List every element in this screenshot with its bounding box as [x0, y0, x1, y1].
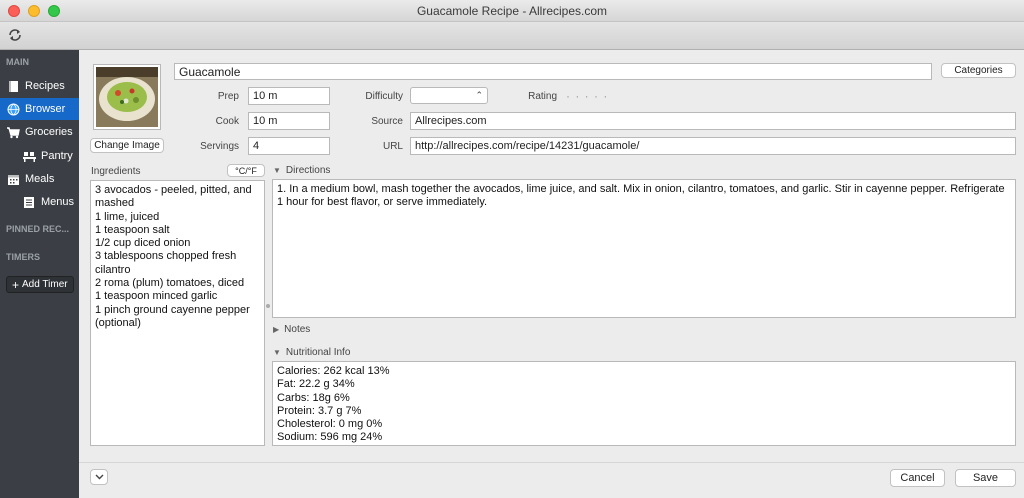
directions-disclosure[interactable]: ▼ Directions	[273, 165, 330, 176]
plus-icon: +	[12, 277, 20, 292]
sidebar-item-label: Pantry	[41, 150, 73, 162]
servings-field[interactable]: 4	[248, 137, 330, 155]
difficulty-label: Difficulty	[365, 91, 403, 102]
globe-icon	[6, 102, 20, 116]
chevron-down-icon	[95, 472, 104, 483]
recipe-image[interactable]	[93, 64, 161, 130]
rating-label: Rating	[528, 91, 557, 102]
cancel-button[interactable]: Cancel	[890, 469, 945, 487]
difficulty-select[interactable]: ⌃	[410, 87, 488, 104]
ingredients-text[interactable]: 3 avocados - peeled, pitted, and mashed …	[90, 180, 265, 446]
triangle-down-icon: ▼	[273, 348, 281, 357]
recipe-photo	[96, 67, 158, 127]
add-timer-label: Add Timer	[22, 279, 68, 290]
triangle-down-icon: ▼	[273, 166, 281, 175]
sync-icon[interactable]	[6, 26, 24, 44]
calendar-icon	[6, 172, 20, 186]
chevron-updown-icon: ⌃	[475, 90, 483, 100]
add-timer-button[interactable]: + Add Timer	[6, 276, 74, 293]
nutrition-label: Nutritional Info	[285, 347, 351, 358]
more-options-button[interactable]	[90, 469, 108, 485]
cook-label: Cook	[215, 116, 239, 127]
sidebar-item-label: Meals	[25, 173, 55, 185]
footer-divider	[79, 462, 1024, 463]
window-title: Guacamole Recipe - Allrecipes.com	[416, 4, 608, 18]
sidebar-section-pinned: PINNED REC...	[6, 224, 70, 234]
sidebar-section-timers: TIMERS	[6, 252, 41, 262]
rating-control[interactable]: · · · · ·	[566, 89, 608, 103]
source-field[interactable]: Allrecipes.com	[410, 112, 1016, 130]
categories-button[interactable]: Categories	[941, 63, 1016, 78]
sidebar-item-meals[interactable]: Meals	[0, 168, 79, 190]
book-icon	[6, 79, 20, 93]
sidebar-item-label: Groceries	[25, 126, 73, 138]
sidebar: MAIN Recipes Browser Groceries Pantry Me…	[0, 50, 79, 498]
sidebar-section-main: MAIN	[6, 57, 29, 67]
sidebar-item-label: Menus	[41, 196, 75, 208]
toolbar	[0, 22, 1024, 50]
directions-label: Directions	[285, 165, 331, 176]
servings-label: Servings	[200, 141, 239, 152]
cook-time-field[interactable]: 10 m	[248, 112, 330, 130]
sidebar-item-groceries[interactable]: Groceries	[0, 121, 79, 143]
unit-toggle-button[interactable]: °C/°F	[227, 164, 265, 177]
nutrition-text[interactable]: Calories: 262 kcal 13% Fat: 22.2 g 34% C…	[272, 361, 1016, 446]
notes-label: Notes	[284, 324, 311, 335]
split-handle[interactable]	[266, 304, 270, 308]
save-button[interactable]: Save	[955, 469, 1016, 487]
nutrition-disclosure[interactable]: ▼ Nutritional Info	[273, 347, 350, 358]
recipe-name-field[interactable]: Guacamole	[174, 63, 932, 80]
change-image-button[interactable]: Change Image	[90, 138, 164, 153]
prep-label: Prep	[217, 91, 239, 102]
prep-time-field[interactable]: 10 m	[248, 87, 330, 105]
title-bar: Guacamole Recipe - Allrecipes.com	[0, 0, 1024, 22]
sidebar-item-pantry[interactable]: Pantry	[0, 145, 79, 167]
cart-icon	[6, 125, 20, 139]
recipe-editor: Change Image Guacamole Categories Prep 1…	[79, 50, 1024, 498]
url-label: URL	[382, 141, 403, 152]
shelf-icon	[22, 149, 36, 163]
sidebar-item-menus[interactable]: Menus	[0, 191, 79, 213]
source-label: Source	[371, 116, 403, 127]
list-icon	[22, 195, 36, 209]
directions-text[interactable]: 1. In a medium bowl, mash together the a…	[272, 179, 1016, 318]
sidebar-item-label: Browser	[25, 103, 66, 115]
sidebar-item-label: Recipes	[25, 80, 65, 92]
sidebar-item-recipes[interactable]: Recipes	[0, 75, 79, 97]
url-field[interactable]: http://allrecipes.com/recipe/14231/guaca…	[410, 137, 1016, 155]
ingredients-label: Ingredients	[91, 166, 141, 177]
sidebar-item-browser[interactable]: Browser	[0, 98, 79, 120]
triangle-right-icon: ▶	[273, 325, 280, 334]
notes-disclosure[interactable]: ▶ Notes	[273, 324, 310, 335]
